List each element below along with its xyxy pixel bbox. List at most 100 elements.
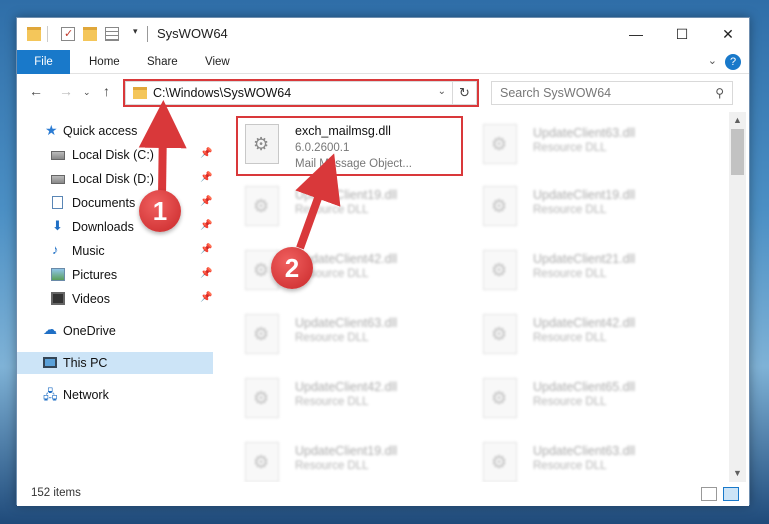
dll-file-icon — [245, 378, 279, 418]
new-folder-icon[interactable] — [83, 27, 97, 41]
file-explorer-window: ▾ SysWOW64 — ☐ ✕ File Home Share View ⌄ … — [16, 17, 750, 506]
up-arrow-icon[interactable]: ↑ — [103, 83, 110, 99]
file-name: UpdateClient19.dll — [295, 444, 398, 458]
chevron-down-icon[interactable]: ▾ — [133, 26, 138, 37]
chevron-down-icon[interactable]: ⌄ — [708, 54, 717, 67]
customize-icon[interactable] — [105, 27, 119, 41]
file-description: Resource DLL — [533, 396, 607, 408]
file-name: UpdateClient63.dll — [533, 444, 636, 458]
scroll-down-icon[interactable]: ▼ — [729, 465, 746, 482]
details-view-icon[interactable] — [701, 487, 717, 501]
tab-home[interactable]: Home — [75, 50, 134, 74]
dll-file-icon — [483, 314, 517, 354]
file-name: UpdateClient63.dll — [533, 126, 636, 140]
file-description: Resource DLL — [533, 332, 607, 344]
file-item[interactable]: UpdateClient63.dll Resource DLL — [241, 308, 469, 364]
tab-file[interactable]: File — [17, 50, 70, 74]
file-item[interactable]: UpdateClient19.dll Resource DLL — [241, 436, 469, 482]
file-item-exch-mailmsg[interactable]: exch_mailmsg.dll 6.0.2600.1 Mail Message… — [241, 118, 469, 174]
file-item[interactable]: UpdateClient65.dll Resource DLL — [479, 372, 707, 428]
tab-share[interactable]: Share — [133, 50, 192, 74]
sidebar-item-this-pc[interactable]: This PC — [17, 352, 213, 374]
file-description: Resource DLL — [295, 204, 369, 216]
sidebar-item-label: Documents — [72, 196, 136, 210]
properties-icon[interactable] — [61, 27, 75, 41]
scroll-up-icon[interactable]: ▲ — [729, 112, 746, 129]
sidebar-item-downloads[interactable]: ⬇ Downloads 📌 — [17, 216, 213, 238]
back-arrow-icon[interactable]: ← — [29, 83, 43, 99]
pin-icon[interactable]: 📌 — [200, 292, 212, 303]
divider — [147, 26, 148, 42]
file-description: Resource DLL — [295, 460, 369, 472]
item-count: 152 items — [31, 487, 81, 499]
pin-icon[interactable]: 📌 — [200, 244, 212, 255]
help-icon[interactable]: ? — [725, 54, 741, 70]
file-item[interactable]: UpdateClient21.dll Resource DLL — [479, 244, 707, 300]
file-description: Resource DLL — [533, 142, 607, 154]
dll-file-icon — [245, 124, 279, 164]
sidebar-item-videos[interactable]: Videos 📌 — [17, 288, 213, 310]
dll-file-icon — [245, 186, 279, 226]
scrollbar-thumb[interactable] — [731, 129, 744, 175]
ribbon-tabs: File Home Share View ⌄ ? — [17, 50, 749, 74]
file-item[interactable]: UpdateClient63.dll Resource DLL — [479, 436, 707, 482]
disk-icon — [51, 151, 65, 160]
title-bar: ▾ SysWOW64 — ☐ ✕ — [17, 18, 749, 50]
folder-icon — [27, 27, 41, 41]
file-list: exch_mailmsg.dll 6.0.2600.1 Mail Message… — [225, 112, 729, 482]
file-description: Resource DLL — [295, 396, 369, 408]
pin-icon[interactable]: 📌 — [200, 220, 212, 231]
sidebar-item-quick-access[interactable]: ★ Quick access — [17, 120, 213, 142]
file-name: UpdateClient19.dll — [533, 188, 636, 202]
search-icon[interactable]: ⚲ — [715, 86, 724, 100]
sidebar-item-label: Pictures — [72, 268, 118, 282]
file-item[interactable]: UpdateClient42.dll Resource DLL — [479, 308, 707, 364]
sidebar-item-label: Local Disk (C:) — [72, 148, 154, 162]
tab-view[interactable]: View — [191, 50, 244, 74]
network-icon: 🖧 — [43, 387, 58, 402]
file-description: Resource DLL — [295, 268, 369, 280]
navigation-bar: ← → ⌄ ↑ C:\Windows\SysWOW64 ⌄ ↻ Search S… — [17, 74, 749, 112]
navigation-pane: ★ Quick access Local Disk (C:) 📌 Local D… — [17, 112, 213, 482]
chevron-down-icon[interactable]: ⌄ — [438, 86, 446, 97]
file-item[interactable]: UpdateClient63.dll Resource DLL — [479, 118, 707, 174]
sidebar-item-onedrive[interactable]: ☁ OneDrive — [17, 320, 213, 342]
sidebar-item-label: Local Disk (D:) — [72, 172, 154, 186]
pin-icon[interactable]: 📌 — [200, 172, 212, 183]
dll-file-icon — [483, 186, 517, 226]
address-path[interactable]: C:\Windows\SysWOW64 — [153, 86, 291, 100]
sidebar-item-network[interactable]: 🖧 Network — [17, 384, 213, 406]
search-input[interactable]: Search SysWOW64 ⚲ — [491, 81, 733, 105]
forward-arrow-icon[interactable]: → — [59, 83, 73, 99]
close-button[interactable]: ✕ — [705, 18, 751, 50]
sidebar-item-label: Downloads — [72, 220, 134, 234]
file-name: UpdateClient21.dll — [533, 252, 636, 266]
file-item[interactable]: UpdateClient42.dll Resource DLL — [241, 244, 469, 300]
refresh-icon[interactable]: ↻ — [452, 82, 476, 104]
dll-file-icon — [483, 124, 517, 164]
file-item[interactable]: UpdateClient42.dll Resource DLL — [241, 372, 469, 428]
divider — [47, 26, 48, 42]
vertical-scrollbar[interactable]: ▲ ▼ — [729, 112, 746, 482]
file-description: Mail Message Object... — [295, 158, 412, 170]
file-name: UpdateClient42.dll — [295, 252, 398, 266]
maximize-button[interactable]: ☐ — [659, 18, 705, 50]
dll-file-icon — [245, 314, 279, 354]
chevron-down-icon[interactable]: ⌄ — [83, 87, 91, 98]
sidebar-item-documents[interactable]: Documents 📌 — [17, 192, 213, 214]
pin-icon[interactable]: 📌 — [200, 196, 212, 207]
minimize-button[interactable]: — — [613, 18, 659, 50]
sidebar-item-local-disk-d[interactable]: Local Disk (D:) 📌 — [17, 168, 213, 190]
file-name: UpdateClient63.dll — [295, 316, 398, 330]
pin-icon[interactable]: 📌 — [200, 268, 212, 279]
address-bar[interactable]: C:\Windows\SysWOW64 ⌄ ↻ — [125, 81, 477, 105]
sidebar-item-local-disk-c[interactable]: Local Disk (C:) 📌 — [17, 144, 213, 166]
large-icons-view-icon[interactable] — [723, 487, 739, 501]
file-item[interactable]: UpdateClient19.dll Resource DLL — [241, 180, 469, 236]
dll-file-icon — [483, 378, 517, 418]
file-name: UpdateClient19.dll — [295, 188, 398, 202]
sidebar-item-pictures[interactable]: Pictures 📌 — [17, 264, 213, 286]
sidebar-item-music[interactable]: ♪ Music 📌 — [17, 240, 213, 262]
pin-icon[interactable]: 📌 — [200, 148, 212, 159]
file-item[interactable]: UpdateClient19.dll Resource DLL — [479, 180, 707, 236]
